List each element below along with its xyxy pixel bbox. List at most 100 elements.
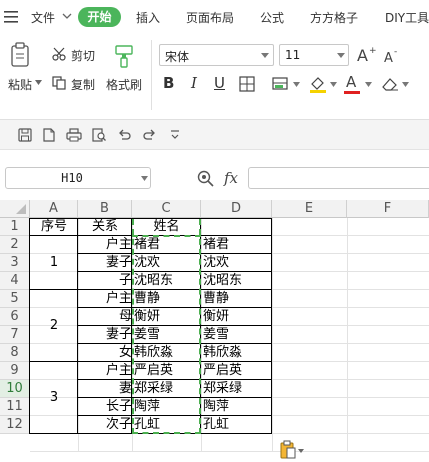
- bold-button[interactable]: B: [163, 74, 174, 92]
- cell-merged-group-3[interactable]: 3: [30, 389, 78, 407]
- cell-d11[interactable]: 陶萍: [201, 398, 272, 416]
- insert-function-button[interactable]: fx: [224, 169, 238, 187]
- cell-c1[interactable]: 姓名: [132, 218, 201, 236]
- cell-b9[interactable]: 户主: [78, 362, 132, 380]
- cell-c4[interactable]: 沈昭东: [132, 272, 201, 290]
- cell-d5[interactable]: 曹静: [201, 290, 272, 308]
- cell-b10[interactable]: 妻: [78, 380, 132, 398]
- cell-c9[interactable]: 严启英: [132, 362, 201, 380]
- chevron-down-icon[interactable]: [337, 53, 345, 58]
- copy-icon[interactable]: [52, 76, 66, 90]
- menu-file[interactable]: 文件: [31, 9, 55, 26]
- paste-options-icon[interactable]: [280, 440, 304, 460]
- cell-merged-group-2[interactable]: 2: [30, 317, 78, 335]
- cell-b3[interactable]: 妻子: [78, 254, 132, 272]
- row-header-7[interactable]: 7: [0, 326, 30, 344]
- chevron-down-icon[interactable]: [293, 82, 300, 87]
- cell-b11[interactable]: 长子: [78, 398, 132, 416]
- tab-start[interactable]: 开始: [78, 7, 121, 27]
- cell-c3[interactable]: 沈欢: [132, 254, 201, 272]
- print-preview-icon[interactable]: [92, 128, 106, 142]
- cell-c10[interactable]: 郑采绿: [132, 380, 201, 398]
- row-header-2[interactable]: 2: [0, 236, 30, 254]
- decrease-font-size-icon[interactable]: A-: [383, 48, 401, 64]
- row-header-3[interactable]: 3: [0, 254, 30, 272]
- cell-c5[interactable]: 曹静: [132, 290, 201, 308]
- column-header-b[interactable]: B: [78, 200, 132, 218]
- italic-button[interactable]: I: [191, 74, 197, 92]
- redo-icon[interactable]: [143, 128, 157, 142]
- row-header-4[interactable]: 4: [0, 272, 30, 290]
- cell-d7[interactable]: 姜雪: [201, 326, 272, 344]
- hamburger-icon[interactable]: [4, 11, 18, 23]
- cell-d12[interactable]: 孔虹: [201, 416, 272, 434]
- select-all-corner[interactable]: [0, 200, 30, 218]
- chevron-down-icon[interactable]: [141, 176, 148, 181]
- copy-button[interactable]: 复制: [71, 76, 95, 93]
- border-icon[interactable]: [239, 76, 255, 92]
- formula-input[interactable]: [248, 167, 429, 189]
- cell-b6[interactable]: 母: [78, 308, 132, 326]
- font-name-select[interactable]: 宋体: [159, 44, 274, 66]
- increase-font-size-icon[interactable]: A +: [356, 45, 376, 63]
- cell-d6[interactable]: 衡妍: [201, 308, 272, 326]
- cell-d4[interactable]: 沈昭东: [201, 272, 272, 290]
- chevron-down-icon[interactable]: [62, 12, 72, 20]
- conditional-format-icon[interactable]: [272, 76, 290, 92]
- format-painter-icon[interactable]: [113, 44, 135, 68]
- paste-icon[interactable]: [10, 42, 32, 68]
- cell-b2[interactable]: 户主: [78, 236, 132, 254]
- cell-c2[interactable]: 褚君: [132, 236, 201, 254]
- font-color-button[interactable]: A: [346, 73, 356, 91]
- row-header-5[interactable]: 5: [0, 290, 30, 308]
- font-size-select[interactable]: 11: [279, 44, 349, 66]
- paste-button[interactable]: 粘贴: [8, 76, 32, 93]
- format-painter-button[interactable]: 格式刷: [106, 76, 142, 93]
- cell-d10[interactable]: 郑采绿: [201, 380, 272, 398]
- cell-b5[interactable]: 户主: [78, 290, 132, 308]
- cell-d8[interactable]: 韩欣淼: [201, 344, 272, 362]
- column-header-e[interactable]: E: [272, 200, 347, 218]
- name-box[interactable]: H10: [5, 167, 151, 189]
- column-header-a[interactable]: A: [30, 200, 78, 218]
- row-header-11[interactable]: 11: [0, 398, 30, 416]
- cell-c11[interactable]: 陶萍: [132, 398, 201, 416]
- tab-insert[interactable]: 插入: [136, 9, 160, 26]
- cell-merged-group-1[interactable]: 1: [30, 254, 78, 272]
- cell-b12[interactable]: 次子: [78, 416, 132, 434]
- row-header-8[interactable]: 8: [0, 344, 30, 362]
- cell-b7[interactable]: 妻子: [78, 326, 132, 344]
- row-header-12[interactable]: 12: [0, 416, 30, 434]
- cell-d9[interactable]: 严启英: [201, 362, 272, 380]
- chevron-down-icon[interactable]: [330, 82, 337, 87]
- export-pdf-icon[interactable]: [42, 128, 56, 142]
- row-header-9[interactable]: 9: [0, 362, 30, 380]
- paste-dropdown-icon[interactable]: [35, 80, 42, 85]
- row-header-1[interactable]: 1: [0, 218, 30, 236]
- customize-toolbar-icon[interactable]: [170, 129, 180, 141]
- column-header-f[interactable]: F: [347, 200, 429, 218]
- scissors-icon[interactable]: [52, 47, 66, 61]
- cell-b4[interactable]: 子: [78, 272, 132, 290]
- cell-c7[interactable]: 姜雪: [132, 326, 201, 344]
- print-icon[interactable]: [66, 128, 82, 142]
- tab-fangfang[interactable]: 方方格子: [310, 9, 358, 26]
- cell-c8[interactable]: 韩欣淼: [132, 344, 201, 362]
- chevron-down-icon[interactable]: [261, 53, 269, 58]
- fill-color-icon[interactable]: [309, 75, 327, 93]
- row-header-6[interactable]: 6: [0, 308, 30, 326]
- cell-d3[interactable]: 沈欢: [201, 254, 272, 272]
- cell-a1[interactable]: 序号: [30, 218, 78, 236]
- column-header-d[interactable]: D: [201, 200, 272, 218]
- undo-icon[interactable]: [117, 128, 131, 142]
- save-icon[interactable]: [18, 128, 32, 142]
- zoom-formula-icon[interactable]: [197, 170, 215, 188]
- underline-button[interactable]: U: [214, 74, 225, 92]
- chevron-down-icon[interactable]: [402, 82, 409, 87]
- worksheet-grid[interactable]: ABCDEF 1 2 3 4 5 6 7 8 9 10 11 12 序号 关系 姓名 1 2 3 户主 妻子子户主母…: [0, 200, 429, 462]
- tab-diy-tools[interactable]: DIY工具: [385, 9, 429, 26]
- cell-b1[interactable]: 关系: [78, 218, 132, 236]
- tab-page-layout[interactable]: 页面布局: [186, 9, 234, 26]
- cell-b8[interactable]: 女: [78, 344, 132, 362]
- cell-d2[interactable]: 褚君: [201, 236, 272, 254]
